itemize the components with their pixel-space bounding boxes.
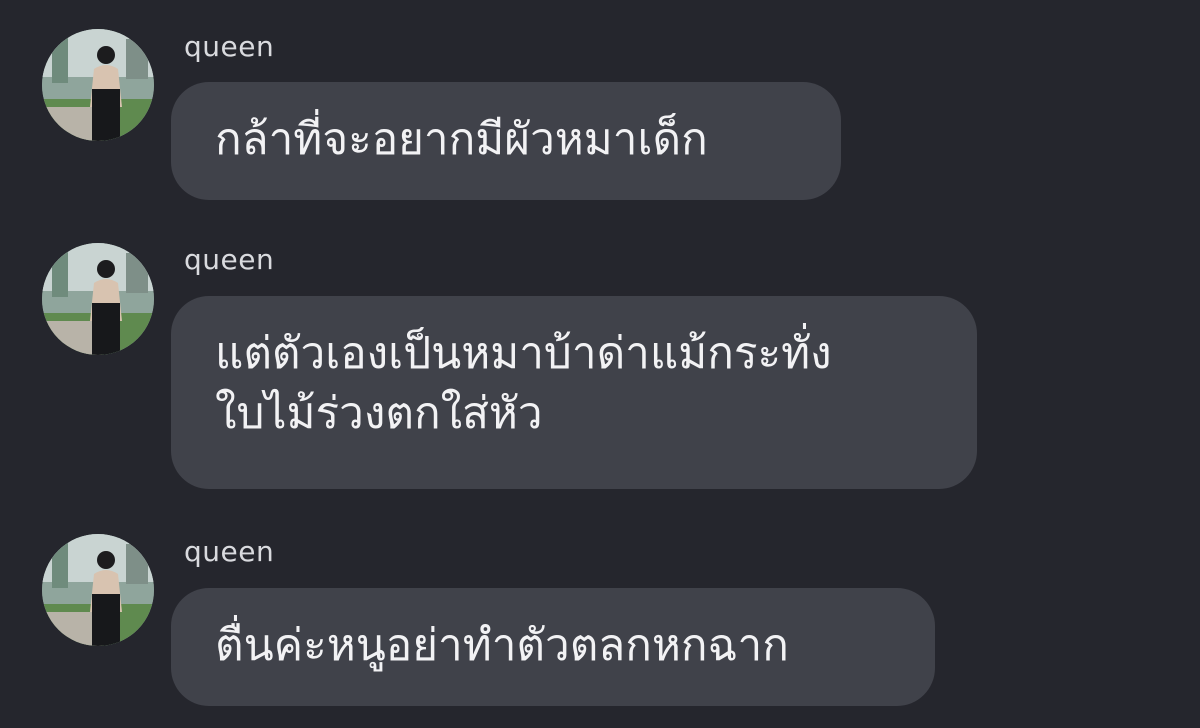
avatar[interactable]	[42, 534, 154, 646]
profile-photo-avatar-icon	[42, 243, 154, 355]
message-bubble[interactable]: แต่ตัวเองเป็นหมาบ้าด่าแม้กระทั่ง ใบไม้ร่…	[171, 296, 977, 489]
avatar[interactable]	[42, 29, 154, 141]
sender-name: queen	[184, 30, 275, 63]
profile-photo-avatar-icon	[42, 534, 154, 646]
profile-photo-avatar-icon	[42, 29, 154, 141]
avatar[interactable]	[42, 243, 154, 355]
sender-name: queen	[184, 243, 275, 276]
message-bubble[interactable]: กล้าที่จะอยากมีผัวหมาเด็ก	[171, 82, 841, 200]
chat-thread: queen กล้าที่จะอยากมีผัวหมาเด็ก queen แต…	[0, 0, 1200, 728]
sender-name: queen	[184, 535, 275, 568]
message-bubble[interactable]: ตื่นค่ะหนูอย่าทำตัวตลกหกฉาก	[171, 588, 935, 706]
